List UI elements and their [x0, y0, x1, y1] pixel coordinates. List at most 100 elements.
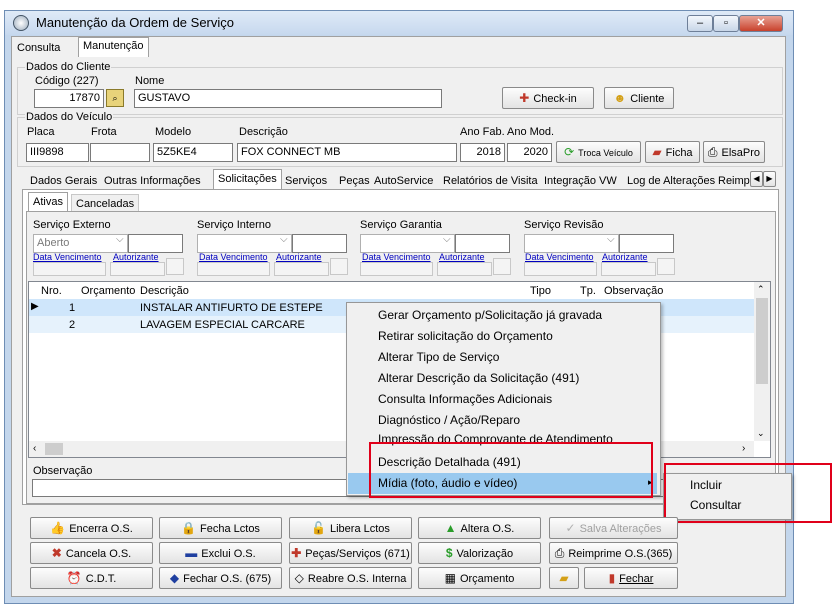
col-nro[interactable]: Nro.: [41, 285, 62, 297]
altera-os-button[interactable]: ▲ Altera O.S.: [418, 517, 541, 539]
codigo-input[interactable]: 17870: [34, 89, 104, 108]
tab-servicos[interactable]: Serviços: [285, 172, 327, 190]
tab-autoservice[interactable]: AutoService: [374, 172, 433, 190]
reimprime-os-button[interactable]: ⎙ Reimprime O.S.(365): [549, 542, 678, 564]
troca-veiculo-label: Troca Veículo: [578, 148, 633, 158]
scroll-up-icon[interactable]: ⌃: [757, 284, 765, 295]
servico-externo-input[interactable]: [128, 234, 183, 253]
checkin-button[interactable]: ✚ Check-in: [502, 87, 594, 109]
cancela-os-button[interactable]: ✖ Cancela O.S.: [30, 542, 153, 564]
data-vencimento-input[interactable]: [33, 262, 106, 276]
modelo-input[interactable]: 5Z5KE4: [153, 143, 233, 162]
tab-manutencao[interactable]: Manutenção: [78, 37, 149, 57]
menu-item-diagnostico[interactable]: Diagnóstico / Ação/Reparo: [378, 410, 520, 431]
autorizante-link[interactable]: Autorizante: [439, 252, 485, 262]
col-orcamento[interactable]: Orçamento: [81, 285, 135, 297]
tab-relatorios-visita[interactable]: Relatórios de Visita: [443, 172, 538, 190]
menu-item-consulta-info[interactable]: Consulta Informações Adicionais: [378, 389, 552, 410]
col-observacao[interactable]: Observação: [604, 285, 663, 297]
servico-interno-input[interactable]: [292, 234, 347, 253]
nome-label: Nome: [135, 75, 165, 87]
tab-integracao-vw[interactable]: Integração VW: [544, 172, 617, 190]
tab-scroll-right-button[interactable]: ▶: [763, 171, 776, 187]
anofab-input[interactable]: 2018: [460, 143, 505, 162]
autorizante-link[interactable]: Autorizante: [276, 252, 322, 262]
col-descricao[interactable]: Descrição: [140, 285, 189, 297]
encerra-os-button[interactable]: 👍 Encerra O.S.: [30, 517, 153, 539]
fecha-lctos-button[interactable]: 🔒 Fecha Lctos: [159, 517, 282, 539]
menu-item-alterar-tipo[interactable]: Alterar Tipo de Serviço: [378, 347, 499, 368]
servico-garantia-select[interactable]: [360, 234, 455, 253]
vertical-scroll-thumb[interactable]: [756, 298, 768, 384]
data-vencimento-link[interactable]: Data Vencimento: [199, 252, 268, 262]
subtab-canceladas[interactable]: Canceladas: [71, 194, 140, 212]
autorizante-lookup-button[interactable]: [493, 258, 511, 275]
data-vencimento-link[interactable]: Data Vencimento: [33, 252, 102, 262]
frota-input[interactable]: [90, 143, 150, 162]
valorizacao-button[interactable]: $ Valorização: [418, 542, 541, 564]
menu-item-retirar-solicitacao[interactable]: Retirar solicitação do Orçamento: [378, 326, 553, 347]
cliente-button[interactable]: ☻ Cliente: [604, 87, 674, 109]
pecas-servicos-button[interactable]: ✚ Peças/Serviços (671): [289, 542, 412, 564]
autorizante-link[interactable]: Autorizante: [113, 252, 159, 262]
col-tp[interactable]: Tp.: [580, 285, 596, 297]
data-vencimento-input[interactable]: [524, 262, 597, 276]
tab-consulta[interactable]: Consulta: [13, 40, 64, 57]
autorizante-input[interactable]: [110, 262, 165, 276]
servico-revisao-input[interactable]: [619, 234, 674, 253]
fechar-button[interactable]: ▮ Fechar: [584, 567, 678, 589]
data-vencimento-input[interactable]: [360, 262, 433, 276]
troca-veiculo-button[interactable]: ⟳ Troca Veículo: [556, 141, 641, 163]
scroll-down-icon[interactable]: ⌄: [757, 428, 765, 439]
servico-interno-select[interactable]: [197, 234, 292, 253]
exclui-os-button[interactable]: ▬ Exclui O.S.: [159, 542, 282, 564]
tab-pecas[interactable]: Peças: [339, 172, 370, 190]
menu-item-alterar-descricao[interactable]: Alterar Descrição da Solicitação (491): [378, 368, 579, 389]
menu-item-gerar-orcamento[interactable]: Gerar Orçamento p/Solicitação já gravada: [378, 305, 602, 326]
anomod-input[interactable]: 2020: [507, 143, 552, 162]
ficha-button[interactable]: ▰ Ficha: [645, 141, 700, 163]
servico-externo-select[interactable]: Aberto: [33, 234, 128, 253]
nome-input[interactable]: GUSTAVO: [134, 89, 442, 108]
tab-log-alteracoes[interactable]: Log de Alterações: [627, 172, 715, 190]
minimize-button[interactable]: –: [687, 15, 713, 32]
autorizante-link[interactable]: Autorizante: [602, 252, 648, 262]
col-tipo[interactable]: Tipo: [530, 285, 551, 297]
data-vencimento-input[interactable]: [197, 262, 270, 276]
salva-alteracoes-button[interactable]: ✓ Salva Alterações: [549, 517, 678, 539]
autorizante-input[interactable]: [274, 262, 329, 276]
orcamento-button[interactable]: ▦ Orçamento: [418, 567, 541, 589]
autorizante-lookup-button[interactable]: [657, 258, 675, 275]
servico-revisao-select[interactable]: [524, 234, 619, 253]
tab-reimp[interactable]: Reimp: [718, 172, 750, 190]
tab-solicitacoes[interactable]: Solicitações: [213, 169, 282, 190]
libera-lctos-button[interactable]: 🔓 Libera Lctos: [289, 517, 412, 539]
placa-input[interactable]: III9898: [26, 143, 89, 162]
fechar-os-button[interactable]: ◆ Fechar O.S. (675): [159, 567, 282, 589]
maximize-button[interactable]: ▫: [713, 15, 739, 32]
autorizante-lookup-button[interactable]: [330, 258, 348, 275]
tab-scroll-left-button[interactable]: ◀: [750, 171, 763, 187]
open-folder-button[interactable]: ▰: [549, 567, 579, 589]
elsapro-button[interactable]: ⎙ ElsaPro: [703, 141, 765, 163]
descricao-input[interactable]: FOX CONNECT MB: [237, 143, 457, 162]
close-button[interactable]: ✕: [739, 15, 783, 32]
autorizante-input[interactable]: [601, 262, 656, 276]
horizontal-scroll-thumb[interactable]: [45, 443, 63, 455]
data-vencimento-link[interactable]: Data Vencimento: [525, 252, 594, 262]
autorizante-input[interactable]: [437, 262, 492, 276]
exit-door-icon: ▮: [608, 571, 616, 585]
tab-outras-informacoes[interactable]: Outras Informações: [104, 172, 201, 190]
subtab-ativas[interactable]: Ativas: [28, 192, 68, 212]
reabre-os-button[interactable]: ◇ Reabre O.S. Interna: [289, 567, 412, 589]
servico-garantia-input[interactable]: [455, 234, 510, 253]
scroll-left-icon[interactable]: ‹: [33, 443, 36, 454]
scroll-right-icon[interactable]: ›: [742, 443, 745, 454]
lookup-icon[interactable]: ⌕: [106, 89, 124, 107]
row-nro: 2: [69, 319, 76, 331]
tab-dados-gerais[interactable]: Dados Gerais: [30, 172, 97, 190]
cdt-button[interactable]: ⏰ C.D.T.: [30, 567, 153, 589]
pecas-servicos-label: Peças/Serviços (671): [305, 548, 410, 560]
autorizante-lookup-button[interactable]: [166, 258, 184, 275]
data-vencimento-link[interactable]: Data Vencimento: [362, 252, 431, 262]
